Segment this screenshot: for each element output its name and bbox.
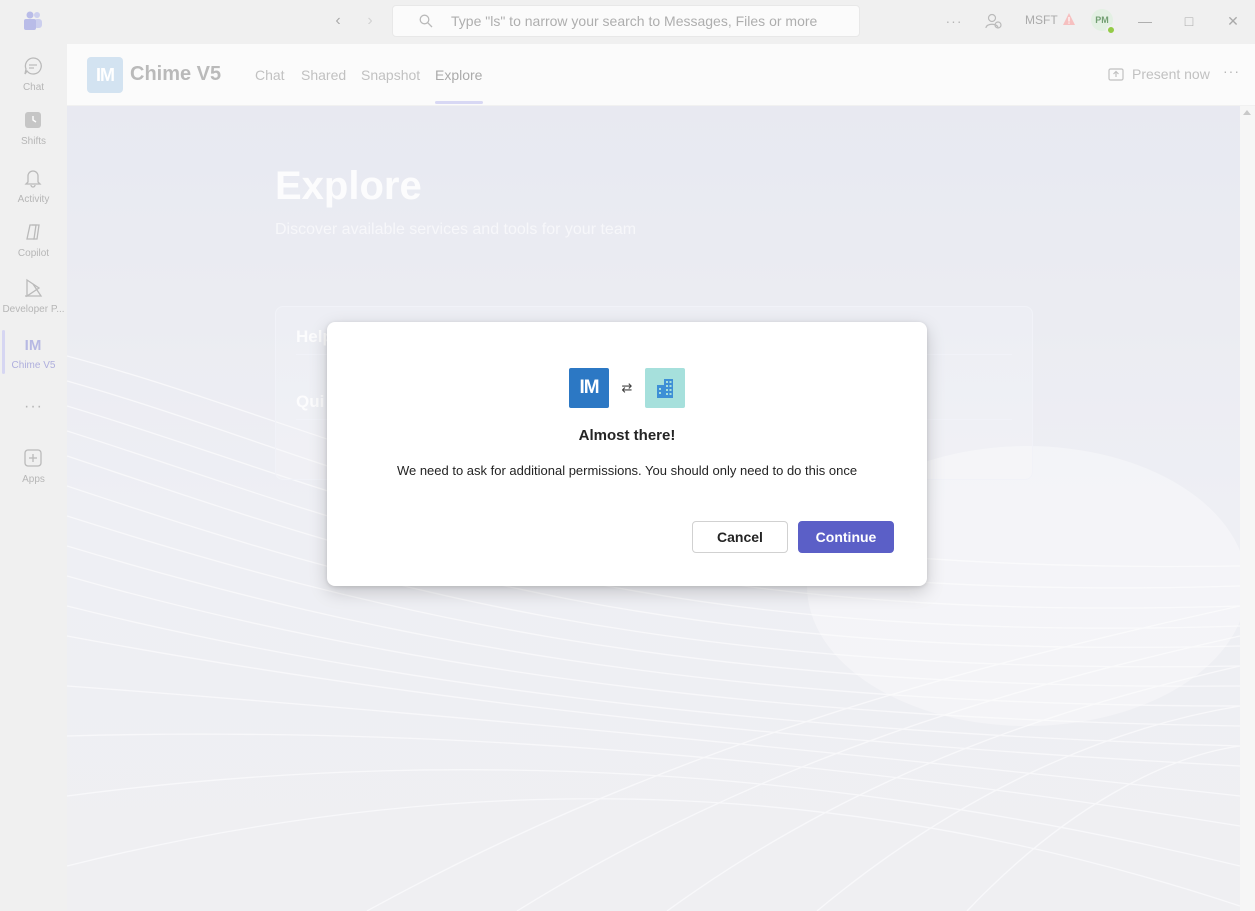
dialog-message: We need to ask for additional permission… bbox=[396, 463, 858, 478]
continue-button[interactable]: Continue bbox=[798, 521, 894, 553]
app-icon: IM bbox=[569, 368, 609, 408]
dialog-title: Almost there! bbox=[578, 427, 676, 444]
swap-arrows-icon: ⇄ bbox=[621, 380, 633, 395]
permissions-dialog: IM ⇄ Almost there! We need to ask for ad… bbox=[327, 322, 927, 586]
cancel-button[interactable]: Cancel bbox=[692, 521, 788, 553]
building-icon bbox=[657, 379, 673, 398]
organization-icon bbox=[645, 368, 685, 408]
